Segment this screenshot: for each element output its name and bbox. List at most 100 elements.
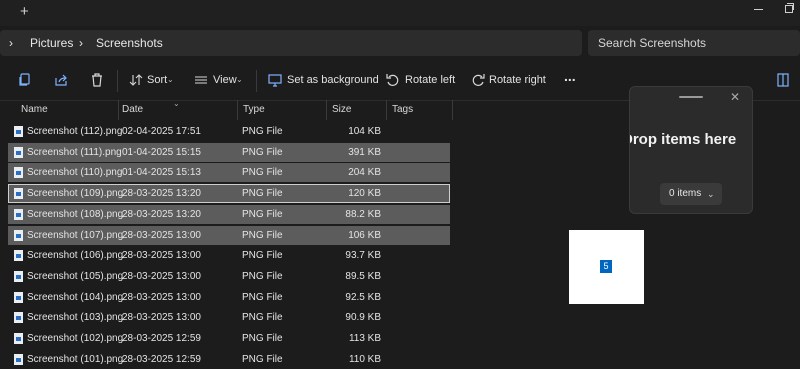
rotate-left-label: Rotate left [405,74,456,86]
file-type: PNG File [242,188,283,200]
file-name: Screenshot (110).png [27,167,123,179]
file-date: 02-04-2025 17:51 [122,126,201,137]
search-input[interactable]: Search Screenshots [598,36,706,50]
drag-count-badge: 5 [600,260,612,273]
png-file-icon [14,270,23,282]
file-type: PNG File [242,208,283,220]
restore-button[interactable] [785,3,794,13]
file-date: 28-03-2025 13:00 [122,312,201,324]
drop-items-panel[interactable]: ✕ Drop items here 0 items ⌄ [629,86,753,214]
chevron-right-icon[interactable]: › [9,36,13,50]
table-row[interactable]: Screenshot (101).png 28-03-2025 12:59 PNG … [8,350,450,369]
file-type: PNG File [242,229,283,241]
table-row[interactable]: Screenshot (112).png 02-04-2025 17:51 PNG … [8,122,450,141]
file-size: 104 KB [348,126,381,137]
file-date: 28-03-2025 13:00 [122,291,201,303]
png-file-icon [14,229,23,241]
table-row[interactable]: Screenshot (103).png 28-03-2025 13:00 PNG … [8,308,450,327]
file-name: Screenshot (104).png [27,291,124,303]
column-header-date[interactable]: Date [122,100,143,120]
file-type: PNG File [242,126,283,137]
view-icon [195,76,207,84]
desktop-icon [268,74,282,87]
column-divider[interactable] [237,100,238,120]
column-header-row: Name Date ⌄ Type Size Tags [0,99,460,120]
rotate-left-icon [386,74,399,86]
file-size: 93.7 KB [345,250,381,262]
close-icon[interactable]: ✕ [730,90,740,104]
file-date: 28-03-2025 12:59 [122,353,201,365]
chevron-right-icon[interactable]: › [79,36,83,50]
file-size: 120 KB [348,188,381,200]
table-row[interactable]: Screenshot (110).png 01-04-2025 15:13 PNG … [8,163,450,183]
set-as-background-button[interactable]: Set as background [268,73,379,87]
more-options-button[interactable]: ... [564,69,576,83]
table-row[interactable]: Screenshot (108).png 28-03-2025 13:20 PNG … [8,204,450,224]
file-name: Screenshot (106).png [27,250,124,262]
table-row[interactable]: Screenshot (111).png 01-04-2025 15:15 PNG … [8,142,450,162]
png-file-icon [14,353,23,365]
drop-items-title: Drop items here [629,131,737,148]
toolbar-divider [256,70,257,92]
chevron-down-icon: ⌄ [707,189,715,199]
table-row[interactable]: Screenshot (106).png 28-03-2025 13:00 PNG … [8,246,450,265]
file-name: Screenshot (109).png [27,188,124,200]
table-row[interactable]: Screenshot (107).png 28-03-2025 13:00 PNG … [8,225,450,245]
column-divider[interactable] [118,100,119,120]
column-header-tags[interactable]: Tags [392,100,413,120]
column-divider[interactable] [452,100,453,120]
items-count-button[interactable]: 0 items ⌄ [660,183,722,205]
file-type: PNG File [242,250,283,262]
file-size: 113 KB [348,333,381,344]
rotate-left-button[interactable]: Rotate left [386,73,456,87]
address-bar: › Pictures › Screenshots Search Screensh… [0,28,800,58]
new-tab-button[interactable]: + [20,4,29,20]
search-box[interactable]: Search Screenshots [588,30,800,56]
view-button[interactable]: View ⌄ [194,73,249,87]
file-size: 106 KB [348,229,381,241]
png-file-icon [14,312,23,324]
file-size: 110 KB [348,353,381,365]
file-name: Screenshot (107).png [27,229,124,241]
png-file-icon [14,333,23,344]
preview-pane-icon [777,73,789,87]
toolbar-divider [117,70,118,92]
rotate-right-label: Rotate right [489,74,546,86]
file-date: 28-03-2025 13:00 [122,229,201,241]
drag-handle[interactable] [679,96,703,98]
sort-button[interactable]: Sort ⌄ [129,73,179,87]
file-size: 204 KB [348,167,381,179]
file-name: Screenshot (103).png [27,312,124,324]
file-type: PNG File [242,167,283,179]
png-file-icon [14,250,23,262]
file-type: PNG File [242,353,283,365]
file-name: Screenshot (101).png [27,353,124,365]
file-type: PNG File [242,270,283,282]
column-header-name[interactable]: Name [21,100,48,120]
share-icon [55,74,67,86]
png-file-icon [14,167,23,179]
breadcrumb-item-pictures[interactable]: Pictures [30,36,73,50]
file-size: 90.9 KB [345,312,381,324]
table-row[interactable]: Screenshot (105).png 28-03-2025 13:00 PNG … [8,267,450,286]
title-bar: + [0,0,800,26]
file-name: Screenshot (108).png [27,208,124,220]
column-header-type[interactable]: Type [243,100,265,120]
rotate-right-button[interactable]: Rotate right [471,73,546,87]
file-size: 391 KB [348,146,381,158]
table-row[interactable]: Screenshot (102).png 28-03-2025 12:59 PNG … [8,329,450,348]
column-divider[interactable] [326,100,327,120]
table-row[interactable]: Screenshot (109).png 28-03-2025 13:20 PNG … [8,184,450,204]
file-type: PNG File [242,291,283,303]
table-row[interactable]: Screenshot (104).png 28-03-2025 13:00 PNG … [8,288,450,307]
column-header-size[interactable]: Size [332,100,351,120]
breadcrumb[interactable]: › Pictures › Screenshots [0,30,582,56]
chevron-down-icon: ⌄ [236,75,243,84]
copy-icon [19,73,30,86]
file-date: 01-04-2025 15:13 [122,167,201,179]
minimize-button[interactable] [754,9,763,10]
set-as-background-label: Set as background [287,74,379,86]
sort-label: Sort [147,74,168,86]
column-divider[interactable] [386,100,387,120]
breadcrumb-item-screenshots[interactable]: Screenshots [96,36,163,50]
